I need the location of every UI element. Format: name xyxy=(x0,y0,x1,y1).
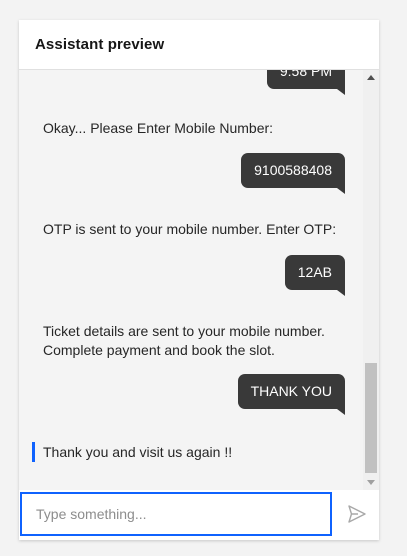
bot-message: OTP is sent to your mobile number. Enter… xyxy=(43,220,343,239)
bot-message: Okay... Please Enter Mobile Number: xyxy=(43,119,343,138)
scroll-up-arrow-icon[interactable] xyxy=(367,75,375,80)
user-message-bubble: THANK YOU xyxy=(237,374,346,415)
scroll-down-arrow-icon[interactable] xyxy=(367,480,375,485)
assistant-preview-panel: Assistant preview 9:58 PM Okay... Please… xyxy=(19,20,379,540)
bot-message-latest: Thank you and visit us again !! xyxy=(32,442,232,462)
message-list[interactable]: 9:58 PM Okay... Please Enter Mobile Numb… xyxy=(19,70,363,490)
bot-message-line: Ticket details are sent to your mobile n… xyxy=(43,323,325,339)
bot-message-line: Okay... Please Enter Mobile Number: xyxy=(43,120,274,136)
user-message-bubble: 9:58 PM xyxy=(266,70,346,95)
bot-message: Ticket details are sent to your mobile n… xyxy=(43,322,343,360)
composer xyxy=(19,490,379,540)
message-scrollbar[interactable] xyxy=(363,70,379,490)
panel-header: Assistant preview xyxy=(19,20,379,70)
message-input[interactable] xyxy=(20,492,332,536)
send-button[interactable] xyxy=(337,492,377,536)
user-message-bubble: 12AB xyxy=(284,255,346,296)
bot-message-line: Complete payment and book the slot. xyxy=(43,342,275,358)
bot-message-line: OTP is sent to your mobile number. Enter… xyxy=(43,221,337,237)
scrollbar-thumb[interactable] xyxy=(365,363,377,473)
user-message-bubble: 9100588408 xyxy=(241,153,345,194)
panel-title: Assistant preview xyxy=(35,36,165,53)
send-icon xyxy=(348,505,366,523)
